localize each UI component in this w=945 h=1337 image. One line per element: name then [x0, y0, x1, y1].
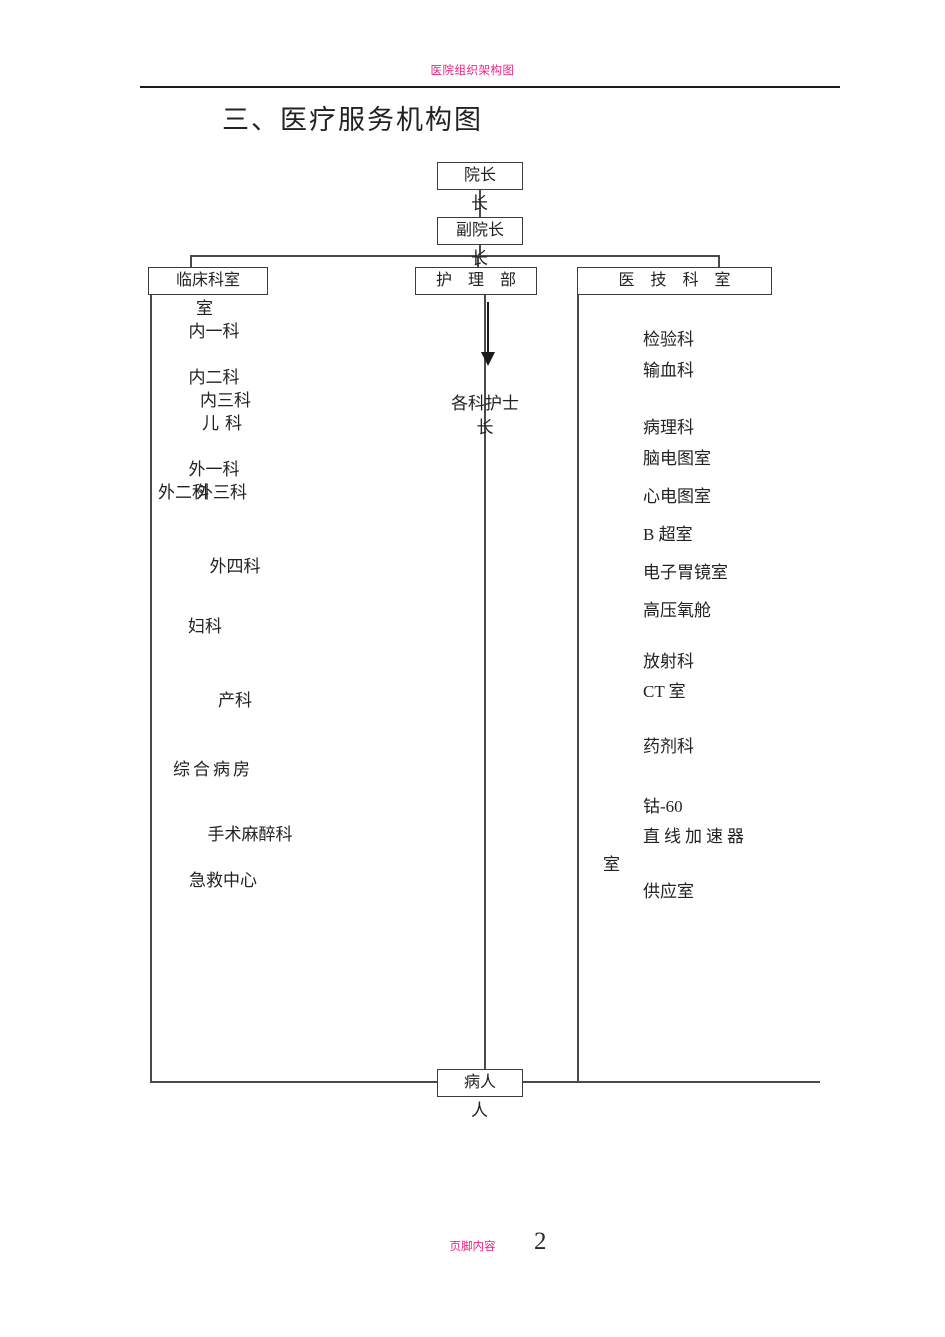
list-item-medtech-4: 心电图室 — [643, 487, 711, 506]
list-item-clinical-0: 内一科 — [188, 322, 240, 341]
list-item-medtech-12: 供应室 — [643, 882, 694, 901]
list-item-clinical-8: 妇科 — [188, 617, 222, 636]
header-watermark: 医院组织架构图 — [430, 63, 515, 77]
list-item-medtech-accelerator-line2: 室 — [603, 855, 620, 874]
list-item-medtech-9: CT 室 — [643, 682, 686, 701]
list-item-clinical-1: 内二科 — [188, 368, 240, 387]
node-nursing-dept: 护 理 部 — [415, 267, 537, 295]
list-item-medtech-11: 钴-60 — [643, 797, 683, 816]
list-item-clinical-12: 急救中心 — [189, 871, 257, 890]
node-clinical-dept-overflow: 室 — [196, 299, 213, 318]
list-item-medtech-1: 输血科 — [643, 361, 694, 380]
list-item-medtech-accelerator-line1: 直线加速器 — [643, 827, 748, 846]
list-item-medtech-10: 药剂科 — [643, 737, 694, 756]
node-medtech-dept-label: 医 技 科 室 — [618, 272, 737, 289]
list-item-medtech-5: B 超室 — [643, 525, 693, 544]
list-item-clinical-10: 综合病房 — [173, 760, 253, 779]
node-deputy-director-label: 副院长 — [455, 222, 504, 239]
list-item-clinical-2: 内三科 — [200, 391, 251, 410]
list-item-clinical-9: 产科 — [218, 691, 252, 710]
list-item-medtech-3: 脑电图室 — [643, 449, 711, 468]
footer-watermark: 页脚内容 — [449, 1239, 496, 1253]
node-director-overflow: 长 — [471, 194, 488, 213]
arrow-shaft-nursing — [487, 302, 489, 358]
list-item-clinical-4: 外一科 — [188, 460, 240, 479]
list-item-medtech-2: 病理科 — [643, 418, 694, 437]
list-item-clinical-3: 儿科 — [202, 414, 248, 433]
node-medtech-dept: 医 技 科 室 — [577, 267, 772, 295]
list-item-medtech-0: 检验科 — [643, 330, 694, 349]
node-patient: 病人 — [437, 1069, 523, 1097]
list-item-clinical-7: 外四科 — [209, 557, 261, 576]
column-spine-clinical — [150, 295, 152, 1083]
list-item-medtech-6: 电子胃镜室 — [643, 563, 728, 582]
list-item-clinical-6: 外三科 — [196, 483, 247, 502]
node-nursing-dept-label: 护 理 部 — [435, 272, 522, 289]
page-title: 三、医疗服务机构图 — [222, 105, 483, 135]
document-page: 医院组织架构图 三、医疗服务机构图 院长 长 副院长 长 临床科室 室 护 理 … — [0, 0, 945, 1337]
node-deputy-director: 副院长 — [437, 217, 523, 245]
node-clinical-dept-label: 临床科室 — [175, 272, 240, 289]
list-item-medtech-7: 高压氧舱 — [643, 601, 711, 620]
list-item-clinical-11: 手术麻醉科 — [207, 825, 293, 844]
node-patient-label: 病人 — [463, 1074, 496, 1091]
connector-bottom-left — [150, 1081, 438, 1083]
node-patient-overflow: 人 — [471, 1101, 488, 1120]
list-item-nursing-head-nurses: 各科护士长 — [451, 394, 519, 437]
connector-bottom-right — [522, 1081, 820, 1083]
arrow-head-nursing — [481, 352, 495, 366]
header-rule — [140, 86, 840, 88]
list-item-medtech-8: 放射科 — [643, 652, 694, 671]
node-director: 院长 — [437, 162, 523, 190]
node-director-label: 院长 — [463, 167, 496, 184]
page-number: 2 — [534, 1228, 547, 1255]
connector-horizontal-bus — [190, 255, 719, 257]
node-deputy-director-overflow: 长 — [471, 249, 488, 268]
column-spine-medtech — [577, 295, 579, 1083]
node-clinical-dept: 临床科室 — [148, 267, 268, 295]
